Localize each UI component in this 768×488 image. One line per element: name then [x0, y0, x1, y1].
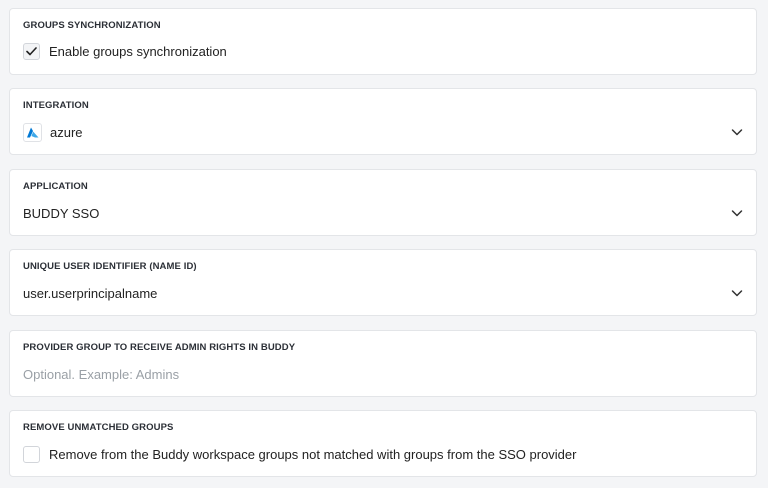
- chevron-down-icon[interactable]: [731, 287, 743, 299]
- groups-sync-section: GROUPS SYNCHRONIZATION Enable groups syn…: [9, 8, 757, 75]
- groups-sync-checkbox-label: Enable groups synchronization: [49, 43, 227, 59]
- remove-unmatched-checkbox-label: Remove from the Buddy workspace groups n…: [49, 446, 577, 462]
- unique-id-label: UNIQUE USER IDENTIFIER (NAME ID): [23, 261, 197, 272]
- sso-settings-page: GROUPS SYNCHRONIZATION Enable groups syn…: [0, 0, 768, 488]
- unique-id-value: user.userprincipalname: [23, 285, 158, 301]
- admin-group-input[interactable]: Optional. Example: Admins: [23, 364, 743, 384]
- integration-label: INTEGRATION: [23, 100, 89, 111]
- remove-unmatched-section: REMOVE UNMATCHED GROUPS Remove from the …: [9, 410, 757, 477]
- groups-sync-checkbox[interactable]: [23, 42, 40, 60]
- integration-section: INTEGRATION azure: [9, 88, 757, 155]
- application-label: APPLICATION: [23, 181, 88, 192]
- unique-id-select[interactable]: user.userprincipalname: [23, 283, 743, 303]
- groups-sync-label: GROUPS SYNCHRONIZATION: [23, 20, 161, 31]
- integration-select[interactable]: azure: [23, 122, 743, 142]
- chevron-down-icon[interactable]: [731, 126, 743, 138]
- groups-sync-row[interactable]: Enable groups synchronization: [23, 41, 743, 61]
- admin-group-section: PROVIDER GROUP TO RECEIVE ADMIN RIGHTS I…: [9, 330, 757, 397]
- admin-group-placeholder: Optional. Example: Admins: [23, 366, 180, 382]
- unique-id-section: UNIQUE USER IDENTIFIER (NAME ID) user.us…: [9, 249, 757, 316]
- azure-logo-icon: [23, 122, 42, 142]
- remove-unmatched-label: REMOVE UNMATCHED GROUPS: [23, 422, 174, 433]
- check-icon: [26, 46, 37, 55]
- remove-unmatched-checkbox[interactable]: [23, 445, 40, 463]
- application-section: APPLICATION BUDDY SSO: [9, 169, 757, 236]
- application-select[interactable]: BUDDY SSO: [23, 203, 743, 223]
- chevron-down-icon[interactable]: [731, 207, 743, 219]
- integration-value: azure: [50, 124, 83, 140]
- application-value: BUDDY SSO: [23, 205, 100, 221]
- admin-group-label: PROVIDER GROUP TO RECEIVE ADMIN RIGHTS I…: [23, 342, 296, 353]
- remove-unmatched-row[interactable]: Remove from the Buddy workspace groups n…: [23, 444, 743, 464]
